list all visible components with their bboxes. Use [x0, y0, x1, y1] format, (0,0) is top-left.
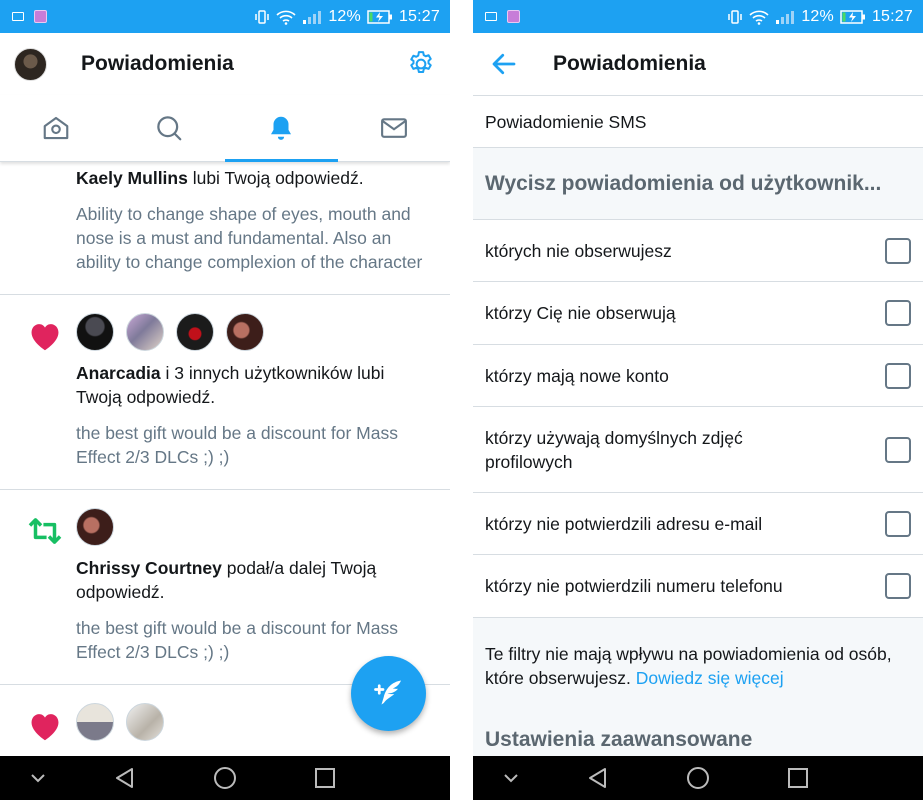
- status-bar: 12% 15:27: [473, 0, 923, 33]
- notification-line: Chrissy Courtney podał/a dalej Twoją odp…: [76, 556, 434, 604]
- notification-icon: [12, 12, 24, 21]
- notifications-screen: 12% 15:27 Powiadomienia Kaely Mullins lu…: [0, 0, 450, 800]
- notification-icon: [485, 12, 497, 21]
- signal-icon: [776, 10, 795, 24]
- avatar[interactable]: [126, 313, 164, 351]
- filters-info-text: Te filtry nie mają wpływu na powiadomien…: [473, 618, 923, 690]
- avatar[interactable]: [226, 313, 264, 351]
- filter-option-row[interactable]: którzy używają domyślnych zdjęć profilow…: [473, 407, 923, 493]
- filter-option-row[interactable]: których nie obserwujesz: [473, 220, 923, 282]
- bell-icon: [271, 116, 292, 140]
- avatar[interactable]: [76, 508, 114, 546]
- clock: 15:27: [398, 7, 440, 25]
- avatar-group: [76, 295, 434, 353]
- mute-section-heading: Wycisz powiadomienia od użytkownik...: [473, 148, 923, 220]
- chevron-down-icon[interactable]: [503, 772, 519, 784]
- avatar[interactable]: [76, 313, 114, 351]
- screenshot-gap: [450, 0, 473, 800]
- notification-user[interactable]: Anarcadia: [76, 363, 161, 383]
- filter-option-label: którzy Cię nie obserwują: [485, 303, 676, 323]
- recents-square-icon[interactable]: [786, 766, 810, 790]
- page-title: Powiadomienia: [553, 52, 706, 75]
- notification-user[interactable]: Kaely Mullins: [76, 168, 188, 188]
- avatar[interactable]: [76, 703, 114, 741]
- filter-option-row[interactable]: którzy nie potwierdzili adresu e-mail: [473, 493, 923, 555]
- filter-option-label: których nie obserwujesz: [485, 240, 672, 261]
- wifi-icon: [276, 10, 296, 25]
- heart-icon: [31, 714, 59, 741]
- profile-avatar[interactable]: [14, 47, 47, 81]
- notification-item[interactable]: Kaely Mullins lubi Twoją odpowiedź. Abil…: [0, 162, 450, 295]
- filter-option-label: którzy nie potwierdzili numeru telefonu: [485, 576, 783, 596]
- notification-settings-screen: 12% 15:27 Powiadomienia Powiadomienie SM…: [473, 0, 923, 800]
- sms-notifications-label: Powiadomienie SMS: [485, 111, 647, 132]
- clock: 15:27: [871, 7, 913, 25]
- learn-more-link[interactable]: Dowiedz się więcej: [636, 668, 784, 688]
- notification-action: lubi Twoją odpowiedź.: [187, 168, 364, 188]
- app-header: Powiadomienia: [473, 33, 923, 95]
- tab-search[interactable]: [113, 95, 226, 161]
- checkbox[interactable]: [885, 436, 911, 463]
- avatar-group: [76, 490, 434, 548]
- back-triangle-icon[interactable]: [113, 766, 137, 790]
- app-notification-icon: [507, 10, 520, 23]
- filter-option-row[interactable]: którzy nie potwierdzili numeru telefonu: [473, 555, 923, 618]
- gear-icon[interactable]: [406, 49, 436, 79]
- back-triangle-icon[interactable]: [586, 766, 610, 790]
- home-circle-icon[interactable]: [686, 766, 710, 790]
- filter-option-row[interactable]: którzy mają nowe konto: [473, 345, 923, 407]
- battery-charging-icon: [367, 9, 392, 24]
- notification-item[interactable]: Anarcadia i 3 innych użytkowników lubi T…: [0, 295, 450, 490]
- tab-messages[interactable]: [338, 95, 451, 161]
- notification-text: the best gift would be a discount for Ma…: [76, 423, 398, 467]
- settings-list[interactable]: Powiadomienie SMS Wycisz powiadomienia o…: [473, 95, 923, 756]
- filter-option-label: którzy używają domyślnych zdjęć profilow…: [485, 427, 743, 472]
- app-notification-icon: [34, 10, 47, 23]
- checkbox[interactable]: [885, 362, 911, 389]
- system-nav-bar: [0, 756, 450, 800]
- home-circle-icon[interactable]: [213, 766, 237, 790]
- checkbox[interactable]: [885, 573, 911, 599]
- signal-icon: [303, 10, 322, 24]
- checkbox[interactable]: [885, 300, 911, 326]
- recents-square-icon[interactable]: [313, 766, 337, 790]
- home-icon: [43, 116, 69, 140]
- retweet-icon: [28, 518, 62, 544]
- filter-option-label: którzy nie potwierdzili adresu e-mail: [485, 513, 763, 534]
- checkbox[interactable]: [885, 237, 911, 264]
- tab-bar: [0, 95, 450, 162]
- vibrate-icon: [728, 9, 743, 24]
- mail-icon: [380, 118, 407, 138]
- status-bar: 12% 15:27: [0, 0, 450, 33]
- battery-charging-icon: [840, 9, 865, 24]
- tab-home[interactable]: [0, 95, 113, 161]
- notification-user[interactable]: Chrissy Courtney: [76, 558, 222, 578]
- system-nav-bar: [473, 756, 923, 800]
- notification-text: Ability to change shape of eyes, mouth a…: [76, 204, 423, 272]
- vibrate-icon: [255, 9, 270, 24]
- avatar[interactable]: [176, 313, 214, 351]
- chevron-down-icon[interactable]: [30, 772, 46, 784]
- wifi-icon: [749, 10, 769, 25]
- search-icon: [157, 116, 182, 141]
- compose-button[interactable]: [351, 656, 426, 731]
- battery-percent: 12%: [801, 7, 834, 25]
- filter-option-label: którzy mają nowe konto: [485, 365, 669, 386]
- checkbox[interactable]: [885, 510, 911, 537]
- battery-percent: 12%: [328, 7, 361, 25]
- notification-line: Anarcadia i 3 innych użytkowników lubi T…: [76, 361, 434, 409]
- advanced-settings-heading: Ustawienia zaawansowane: [485, 728, 753, 751]
- notification-line: Kaely Mullins lubi Twoją odpowiedź.: [76, 166, 434, 190]
- avatar[interactable]: [126, 703, 164, 741]
- heart-icon: [31, 324, 59, 351]
- compose-feather-icon: [373, 680, 401, 704]
- sms-notifications-row[interactable]: Powiadomienie SMS: [473, 96, 923, 148]
- app-header: Powiadomienia: [0, 33, 450, 95]
- tab-notifications[interactable]: [225, 95, 338, 162]
- filter-option-row[interactable]: którzy Cię nie obserwują: [473, 282, 923, 345]
- back-arrow-icon[interactable]: [489, 49, 519, 79]
- page-title: Powiadomienia: [81, 52, 234, 75]
